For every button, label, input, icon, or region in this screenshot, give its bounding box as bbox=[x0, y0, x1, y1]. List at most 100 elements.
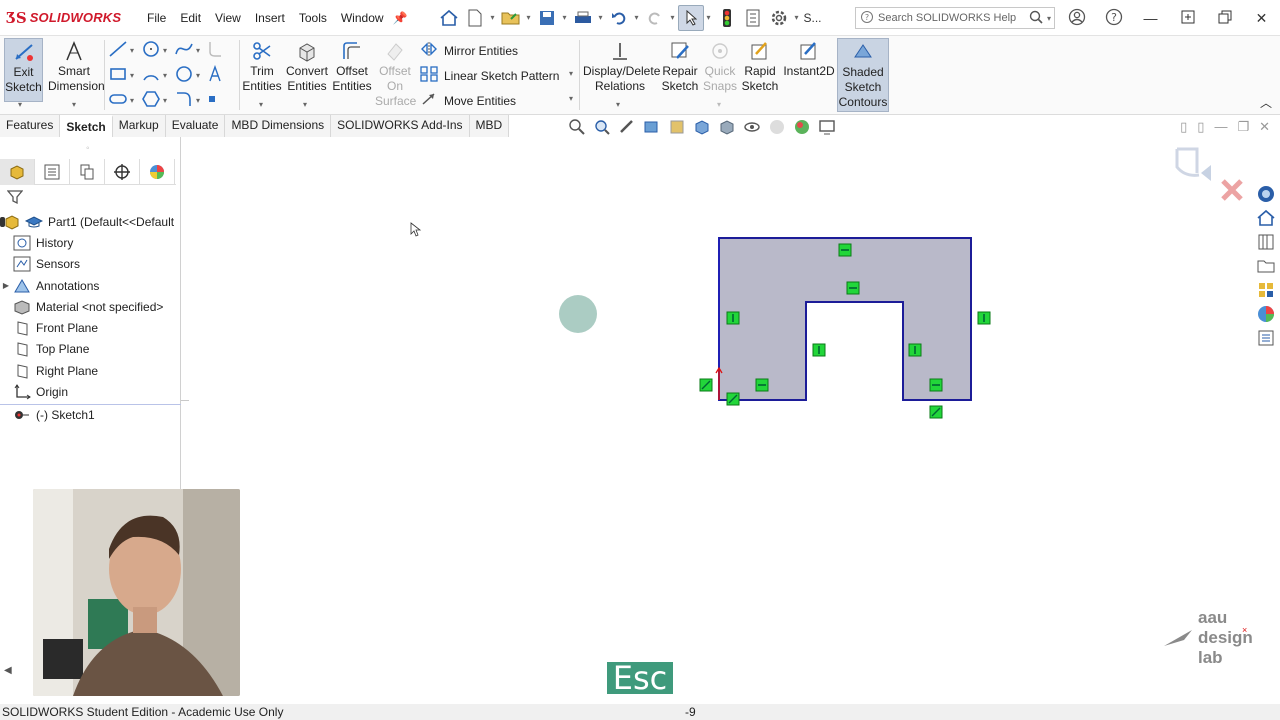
user-account-icon[interactable] bbox=[1058, 8, 1095, 29]
appearances-icon[interactable] bbox=[1254, 303, 1278, 325]
solidworks-logo[interactable]: ƷS SOLIDWORKS bbox=[0, 9, 140, 27]
view-palette-icon[interactable] bbox=[1254, 279, 1278, 301]
search-input[interactable]: Search SOLIDWORKS Help bbox=[878, 12, 1029, 24]
point-tool-icon[interactable] bbox=[207, 90, 217, 111]
tree-item-origin[interactable]: Origin bbox=[0, 381, 181, 402]
open-folder-icon[interactable] bbox=[498, 5, 524, 31]
tab-solidworks-addins[interactable]: SOLIDWORKS Add-Ins bbox=[331, 115, 470, 137]
tree-horizontal-scrollbar[interactable]: ◀ bbox=[0, 664, 181, 684]
pin-icon[interactable]: 📌 bbox=[393, 11, 408, 25]
rectangle-tool-icon[interactable] bbox=[108, 65, 128, 86]
chevron-down-icon[interactable]: ▾ bbox=[163, 96, 167, 105]
view-orientation-icon[interactable] bbox=[691, 118, 713, 136]
undo-icon[interactable] bbox=[606, 5, 632, 31]
slot-tool-icon[interactable] bbox=[108, 90, 128, 111]
line-tool-icon[interactable] bbox=[108, 40, 128, 61]
file-explorer-icon[interactable] bbox=[1254, 255, 1278, 277]
confirmation-corner[interactable] bbox=[1175, 147, 1243, 201]
configuration-manager-tab-icon[interactable] bbox=[70, 159, 105, 185]
graphics-area[interactable]: × bbox=[181, 137, 1253, 685]
polygon-tool-icon[interactable] bbox=[174, 65, 194, 86]
design-library-home-icon[interactable] bbox=[1254, 207, 1278, 229]
chevron-down-icon[interactable]: ▾ bbox=[163, 71, 167, 80]
tree-item-annotations[interactable]: ▶ Annotations bbox=[0, 275, 181, 296]
home-icon[interactable] bbox=[436, 5, 462, 31]
chevron-down-icon[interactable]: ▾ bbox=[303, 100, 307, 109]
search-icon[interactable] bbox=[1029, 10, 1043, 27]
search-scope-label[interactable]: S... bbox=[804, 11, 822, 25]
display-style-icon[interactable] bbox=[716, 118, 738, 136]
apply-scene-icon[interactable] bbox=[791, 118, 813, 136]
zoom-to-area-icon[interactable] bbox=[591, 118, 613, 136]
menu-window[interactable]: Window bbox=[334, 11, 391, 25]
previous-view-icon[interactable] bbox=[616, 118, 638, 136]
tab-sketch[interactable]: Sketch bbox=[60, 115, 113, 137]
doc-close-icon[interactable]: ✕ bbox=[1259, 119, 1270, 135]
collapse-ribbon-chevron-icon[interactable]: ︿ bbox=[1260, 94, 1272, 111]
sketch-fillet-icon[interactable] bbox=[207, 40, 223, 61]
minimize-icon[interactable]: — bbox=[1132, 10, 1169, 26]
trim-entities-button[interactable]: Trim Entities bbox=[241, 38, 283, 94]
menu-view[interactable]: View bbox=[208, 11, 248, 25]
section-view-icon[interactable] bbox=[641, 118, 663, 136]
tree-item-history[interactable]: History bbox=[0, 232, 181, 253]
sketch-profile[interactable] bbox=[718, 237, 972, 401]
solidworks-resources-icon[interactable] bbox=[1254, 183, 1278, 205]
chevron-down-icon[interactable]: ▾ bbox=[596, 13, 606, 22]
instant2d-button[interactable]: Instant2D bbox=[783, 38, 835, 79]
circle-tool-icon[interactable] bbox=[141, 40, 161, 61]
arc-tool-icon[interactable] bbox=[141, 65, 161, 86]
options-gear-icon[interactable] bbox=[766, 5, 792, 31]
feature-tree-tab-icon[interactable] bbox=[0, 159, 35, 185]
property-manager-tab-icon[interactable] bbox=[35, 159, 70, 185]
convert-entities-button[interactable]: Convert Entities bbox=[285, 38, 329, 94]
mirror-entities-button[interactable]: Mirror Entities bbox=[420, 41, 518, 60]
menu-file[interactable]: File bbox=[140, 11, 173, 25]
chevron-down-icon[interactable]: ▾ bbox=[130, 71, 134, 80]
display-manager-tab-icon[interactable] bbox=[140, 159, 175, 185]
design-library-icon[interactable] bbox=[1254, 231, 1278, 253]
chevron-down-icon[interactable]: ▾ bbox=[130, 96, 134, 105]
filter-icon[interactable] bbox=[6, 189, 24, 208]
move-entities-button[interactable]: Move Entities bbox=[420, 91, 516, 110]
chevron-down-icon[interactable]: ▾ bbox=[792, 13, 802, 22]
help-icon[interactable]: ? bbox=[1095, 8, 1132, 29]
tree-item-front-plane[interactable]: Front Plane bbox=[0, 317, 181, 338]
rapid-sketch-button[interactable]: Rapid Sketch bbox=[741, 38, 779, 94]
chevron-down-icon[interactable]: ▾ bbox=[18, 100, 22, 109]
tab-features[interactable]: Features bbox=[0, 115, 61, 137]
restore-window-icon[interactable] bbox=[1206, 10, 1243, 27]
menu-edit[interactable]: Edit bbox=[173, 11, 208, 25]
chevron-down-icon[interactable]: ▾ bbox=[196, 96, 200, 105]
exit-sketch-button[interactable]: Exit Sketch bbox=[4, 38, 43, 102]
restore-panel-icon[interactable] bbox=[1169, 10, 1206, 27]
tree-root-part[interactable]: Part1 (Default<<Default bbox=[0, 211, 181, 232]
repair-sketch-button[interactable]: Repair Sketch bbox=[661, 38, 699, 94]
chevron-down-icon[interactable]: ▾ bbox=[569, 69, 573, 78]
select-arrow-icon[interactable] bbox=[677, 4, 704, 31]
chevron-down-icon[interactable]: ▾ bbox=[72, 100, 76, 109]
smart-dimension-button[interactable]: Smart Dimension bbox=[48, 38, 105, 94]
tree-item-sensors[interactable]: Sensors bbox=[0, 254, 181, 275]
tab-mbd-dimensions[interactable]: MBD Dimensions bbox=[225, 115, 332, 137]
print-icon[interactable] bbox=[570, 5, 596, 31]
shaded-sketch-contours-button[interactable]: Shaded Sketch Contours bbox=[837, 38, 889, 112]
chevron-down-icon[interactable]: ▾ bbox=[196, 46, 200, 55]
spline-tool-icon[interactable] bbox=[174, 40, 194, 61]
polygon-hex-icon[interactable] bbox=[141, 90, 161, 111]
chevron-down-icon[interactable]: ▾ bbox=[569, 94, 573, 103]
tree-item-right-plane[interactable]: Right Plane bbox=[0, 360, 181, 381]
display-delete-relations-button[interactable]: Display/Delete Relations bbox=[583, 38, 660, 94]
panel-right-icon[interactable]: ▯ bbox=[1197, 119, 1204, 135]
sketch-canvas[interactable] bbox=[181, 137, 1253, 685]
chevron-down-icon[interactable]: ▾ bbox=[1047, 14, 1051, 23]
chevron-down-icon[interactable]: ▾ bbox=[717, 100, 721, 109]
panel-left-icon[interactable]: ▯ bbox=[1180, 119, 1187, 135]
tab-mbd[interactable]: MBD bbox=[470, 115, 510, 137]
close-icon[interactable]: ✕ bbox=[1243, 10, 1280, 27]
chevron-down-icon[interactable]: ▾ bbox=[130, 46, 134, 55]
panel-grip-icon[interactable]: ◦ bbox=[86, 143, 90, 154]
chevron-down-icon[interactable]: ▾ bbox=[488, 13, 498, 22]
chevron-down-icon[interactable]: ▾ bbox=[704, 13, 714, 22]
new-document-icon[interactable] bbox=[462, 5, 488, 31]
